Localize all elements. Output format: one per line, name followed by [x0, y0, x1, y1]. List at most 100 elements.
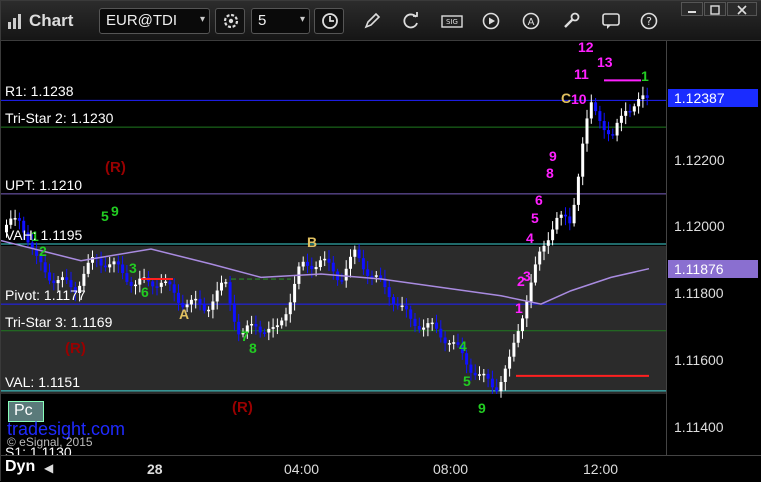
- candle-body: [542, 245, 546, 252]
- candle-body: [490, 378, 494, 388]
- refresh-icon[interactable]: [401, 11, 421, 31]
- candle-body: [228, 282, 232, 304]
- candle-body: [624, 111, 628, 116]
- candle-body: [288, 302, 292, 315]
- candle-body: [121, 264, 125, 274]
- candle-body: [589, 102, 593, 119]
- help-icon[interactable]: ?: [639, 11, 659, 31]
- candle-body: [413, 318, 417, 327]
- candle-body: [400, 305, 404, 308]
- setup-count: 11: [574, 66, 589, 82]
- svg-text:SIG: SIG: [446, 18, 458, 26]
- candle-body: [447, 343, 451, 345]
- candle-body: [374, 275, 378, 277]
- level-label: Tri-Star 2: 1.1230: [5, 110, 114, 127]
- setup-count: 9: [549, 148, 557, 164]
- time-frame-button[interactable]: [314, 8, 344, 34]
- candle-body: [250, 323, 254, 326]
- candle-body: [568, 216, 572, 224]
- setup-count: 9: [111, 203, 119, 219]
- candle-body: [164, 281, 168, 283]
- candle-body: [615, 122, 619, 136]
- chevron-left-icon[interactable]: ◀: [44, 461, 53, 475]
- pattern-letter: A: [179, 306, 189, 322]
- dyn-button[interactable]: Dyn: [5, 458, 35, 480]
- close-icon[interactable]: [727, 2, 757, 16]
- svg-text:?: ?: [646, 15, 652, 28]
- candle-body: [361, 258, 365, 270]
- candle-body: [452, 342, 456, 344]
- candle-body: [533, 264, 537, 283]
- candle-body: [349, 256, 352, 269]
- candle-body: [443, 337, 447, 344]
- candle-body: [198, 298, 202, 304]
- candle-body: [409, 309, 413, 319]
- candle-body: [637, 99, 641, 107]
- candle-body: [60, 277, 64, 280]
- study-icon[interactable]: SIG: [441, 11, 463, 31]
- candle-body: [43, 262, 47, 273]
- candle-body: [52, 280, 56, 284]
- candle-body: [478, 374, 481, 376]
- candle-body: [254, 323, 258, 327]
- setup-count: 1: [641, 68, 649, 84]
- pencil-icon[interactable]: [362, 11, 382, 31]
- chart-app-icon: [7, 12, 25, 30]
- candle-body: [207, 309, 211, 312]
- minimize-icon[interactable]: [681, 2, 703, 16]
- candle-body: [465, 353, 469, 365]
- gear-icon: [222, 12, 240, 35]
- time-axis[interactable]: Dyn ◀ 28 04:00 08:00 12:00: [1, 455, 761, 482]
- candle-body: [263, 332, 266, 334]
- candle-body: [177, 292, 180, 303]
- candle-body: [86, 262, 90, 274]
- candle-body: [224, 282, 228, 284]
- candle-body: [340, 280, 344, 282]
- pattern-letter: B: [307, 234, 317, 250]
- time-tick-label: 08:00: [433, 461, 469, 477]
- candle-body: [366, 269, 370, 276]
- candle-body: [641, 95, 645, 100]
- candle-body: [155, 286, 159, 288]
- candle-body: [271, 327, 275, 329]
- setup-count: 8: [249, 340, 257, 356]
- candle-body: [396, 303, 400, 306]
- candle-body: [632, 106, 636, 112]
- chart-plot-area[interactable]: (R) (R) (R) A B C 1 2 3 4 5 6 8 9 10 11 12 13 9 5 1 2 3 6 7 8 4 9 1 5…: [1, 41, 666, 455]
- chat-icon[interactable]: [601, 11, 621, 31]
- candle-body: [572, 204, 576, 224]
- tools-icon[interactable]: [561, 11, 581, 31]
- level-label: VAH: 1.1195: [5, 226, 83, 243]
- level-label: R1: 1.1238: [5, 83, 74, 100]
- candle-body: [323, 258, 327, 261]
- r-marker: (R): [105, 159, 126, 176]
- symbol-selector[interactable]: EUR@TDI ▾: [99, 8, 210, 34]
- interval-selector[interactable]: 5 ▾: [251, 8, 310, 34]
- candle-body: [13, 218, 17, 220]
- candle-body: [594, 102, 598, 112]
- maximize-icon[interactable]: [704, 2, 726, 16]
- candle-body: [546, 240, 550, 246]
- candle-body: [275, 325, 279, 328]
- setup-count: 2: [39, 243, 47, 259]
- candle-body: [439, 328, 443, 338]
- setup-count: 5: [101, 208, 109, 224]
- candle-body: [82, 273, 86, 286]
- alert-icon[interactable]: A: [521, 11, 541, 31]
- candle-body: [538, 251, 542, 265]
- candle-body: [293, 283, 297, 303]
- setup-count: 5: [531, 210, 539, 226]
- candle-body: [559, 214, 563, 218]
- r-marker: (R): [232, 399, 253, 416]
- candle-body: [645, 95, 649, 98]
- setup-count: 6: [141, 284, 149, 300]
- candle-body: [508, 356, 512, 369]
- candle-body: [564, 214, 567, 217]
- play-icon[interactable]: [481, 11, 501, 31]
- candle-body: [357, 249, 361, 259]
- candle-body: [48, 272, 51, 281]
- interval-settings-button[interactable]: [215, 8, 245, 34]
- candle-body: [529, 282, 533, 302]
- candle-body: [202, 303, 206, 311]
- candle-body: [551, 229, 555, 241]
